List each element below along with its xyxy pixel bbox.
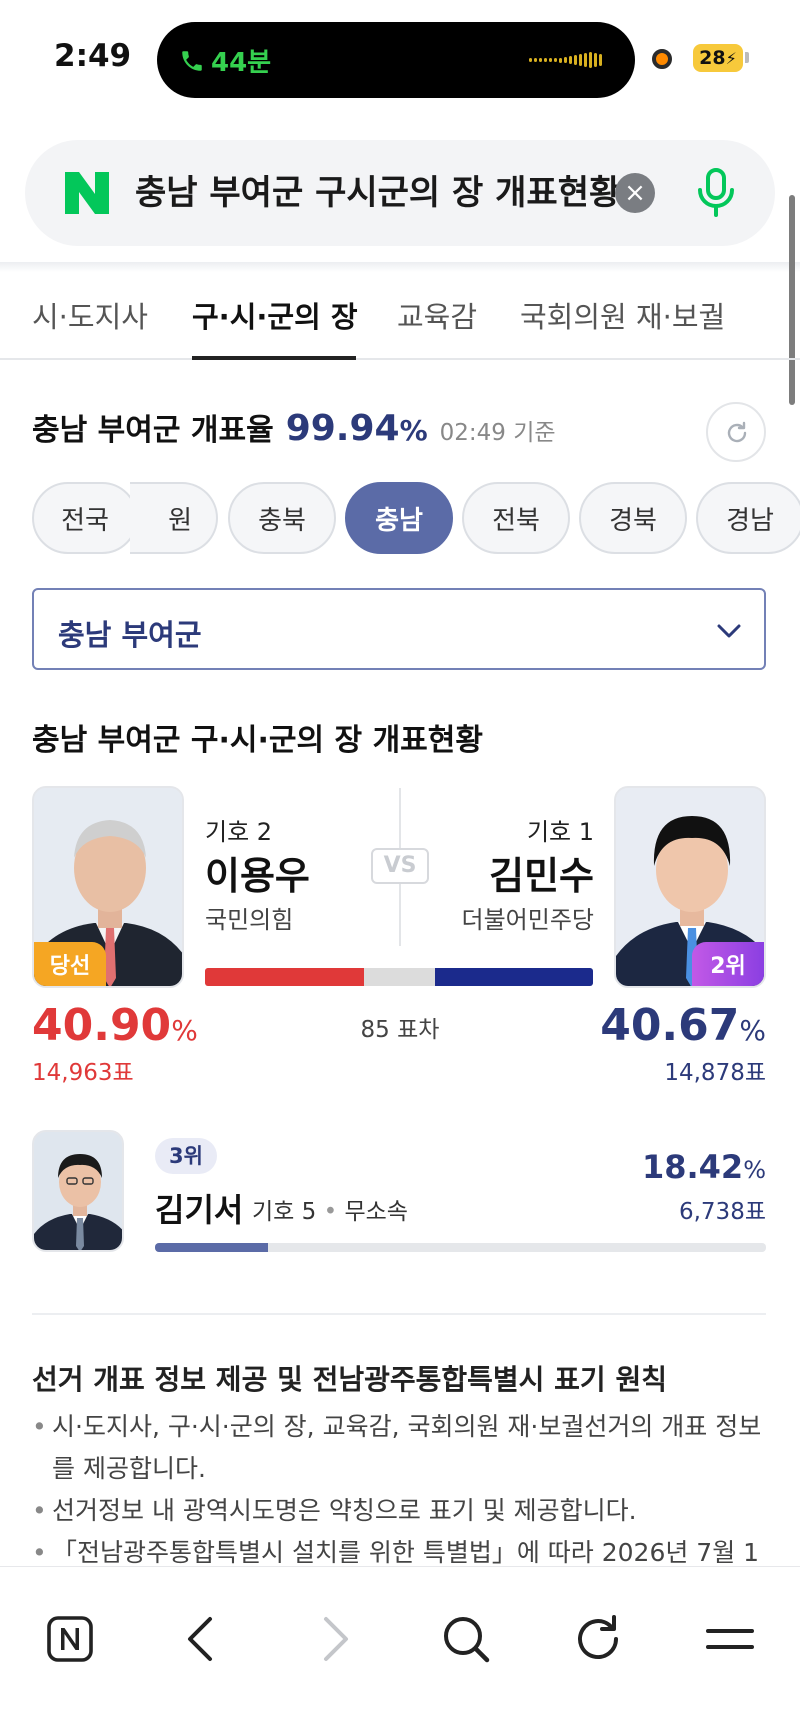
candidate-2-percent-value: 40.67 — [600, 1000, 740, 1051]
candidate-2-photo[interactable]: 2위 — [614, 786, 766, 988]
count-rate-label: 충남 부여군 개표율 — [32, 413, 274, 448]
notice-item: 선거정보 내 광역시도명은 약칭으로 표기 및 제공합니다. — [32, 1490, 772, 1532]
region-chip-jeonbuk[interactable]: 전북 — [462, 482, 570, 554]
candidate-1-number: 기호 2 — [205, 818, 273, 846]
region-chip-nationwide[interactable]: 전국 — [32, 482, 138, 554]
home-n-icon[interactable] — [40, 1609, 100, 1669]
candidate-2-name[interactable]: 김민수 — [489, 845, 594, 900]
candidate-2-percent: 40.67% — [600, 1000, 766, 1051]
separator-dot: • — [323, 1199, 338, 1225]
count-rate: 충남 부여군 개표율 99.94 % 02:49 기준 — [32, 405, 556, 449]
candidate-1-percent: 40.90% — [32, 1000, 198, 1051]
section-title: 충남 부여군 구·시·군의 장 개표현황 — [32, 723, 483, 758]
search-input[interactable]: 충남 부여군 구시군의 장 개표현황 — [135, 168, 622, 218]
back-icon[interactable] — [172, 1609, 232, 1669]
tab-by-election[interactable]: 국회의원 재·보궐 — [520, 294, 725, 336]
winner-badge: 당선 — [34, 942, 106, 986]
region-chips: 전국 원 충북 충남 전북 경북 경남 — [0, 482, 800, 556]
candidate-3-percent-value: 18.42 — [641, 1148, 744, 1186]
status-time: 2:49 — [54, 38, 132, 74]
district-select[interactable]: 충남 부여군 — [32, 588, 766, 670]
chevron-down-icon — [717, 624, 741, 638]
rank-badge: 2위 — [692, 942, 764, 986]
candidate-2-number: 기호 1 — [526, 818, 594, 846]
district-select-value: 충남 부여군 — [58, 618, 202, 652]
candidate-2-party: 더불어민주당 — [461, 906, 594, 934]
candidate-3-share-bar-fill — [155, 1243, 268, 1252]
browser-toolbar — [0, 1566, 800, 1735]
tab-governor[interactable]: 시·도지사 — [32, 294, 148, 336]
candidate-3-rank-badge: 3위 — [155, 1138, 217, 1174]
forward-icon[interactable] — [304, 1609, 364, 1669]
section-divider — [32, 1313, 766, 1315]
recording-indicator-icon — [652, 49, 672, 69]
vote-gap: 85 표차 — [360, 1017, 440, 1043]
battery-level: 28 — [699, 47, 726, 69]
battery-icon: 28 ⚡ — [693, 44, 743, 72]
tab-local-head[interactable]: 구·시·군의 장 — [192, 294, 358, 336]
candidate-3-votes: 6,738표 — [678, 1199, 766, 1225]
header-divider — [0, 262, 800, 272]
call-indicator[interactable]: 44분 — [179, 42, 271, 79]
candidate-1-votes: 14,963표 — [32, 1060, 134, 1086]
candidate-1-photo[interactable]: 당선 — [32, 786, 184, 988]
election-tabs: 시·도지사 구·시·군의 장 교육감 국회의원 재·보궐 — [0, 272, 800, 360]
tab-education[interactable]: 교육감 — [397, 294, 477, 336]
search-bar[interactable]: 충남 부여군 구시군의 장 개표현황 × — [25, 140, 775, 246]
candidate-3-meta: 기호 5 • 무소속 — [252, 1192, 408, 1226]
candidate-3-photo[interactable] — [32, 1130, 124, 1252]
percent-unit: % — [739, 1014, 766, 1047]
candidate-3-number: 기호 5 — [252, 1199, 317, 1225]
refresh-button[interactable] — [706, 402, 766, 462]
region-chip-chungnam[interactable]: 충남 — [345, 482, 453, 554]
percent-unit: % — [743, 1156, 766, 1184]
menu-icon[interactable] — [700, 1609, 760, 1669]
active-tab-indicator — [192, 356, 356, 360]
clear-search-button[interactable]: × — [615, 173, 655, 213]
notice-item: 시·도지사, 구·시·군의 장, 교육감, 국회의원 재·보궐선거의 개표 정보… — [32, 1406, 772, 1490]
candidate-3-percent: 18.42% — [642, 1148, 766, 1186]
count-rate-time: 02:49 기준 — [439, 420, 556, 446]
count-rate-value: 99.94 — [285, 408, 400, 449]
candidate-2-votes: 14,878표 — [664, 1060, 766, 1086]
vote-share-bar-first — [205, 968, 364, 986]
candidate-3-name[interactable]: 김기서 — [155, 1185, 243, 1231]
mic-icon[interactable] — [693, 167, 739, 219]
refresh-icon — [727, 421, 747, 443]
battery-tip — [745, 52, 749, 63]
dynamic-island[interactable]: 44분 — [157, 22, 635, 98]
audio-wave-icon — [529, 51, 609, 69]
candidate-1-percent-value: 40.90 — [32, 1000, 172, 1051]
count-rate-unit: % — [399, 414, 428, 447]
phone-icon — [182, 50, 202, 71]
vote-share-bar — [205, 968, 593, 986]
candidate-3-share-bar — [155, 1243, 766, 1252]
percent-unit: % — [171, 1014, 198, 1047]
call-duration: 44분 — [211, 48, 272, 78]
region-chip-chungbuk[interactable]: 충북 — [228, 482, 336, 554]
naver-logo-icon[interactable] — [65, 172, 109, 214]
status-bar: 2:49 44분 28 ⚡ — [0, 0, 800, 118]
vote-share-bar-second — [435, 968, 593, 986]
search-icon[interactable] — [436, 1609, 496, 1669]
candidate-portrait-image — [34, 1132, 122, 1250]
region-chip-gyeongbuk[interactable]: 경북 — [579, 482, 687, 554]
candidate-1-party: 국민의힘 — [205, 906, 294, 934]
vs-badge: VS — [371, 848, 429, 884]
reload-icon[interactable] — [568, 1609, 628, 1669]
region-chip-partial[interactable]: 원 — [130, 482, 218, 554]
candidate-3-party: 무소속 — [344, 1199, 408, 1225]
notice-title: 선거 개표 정보 제공 및 전남광주통합특별시 표기 원칙 — [32, 1363, 667, 1396]
candidate-1-name[interactable]: 이용우 — [205, 845, 310, 900]
region-chip-gyeongnam[interactable]: 경남 — [696, 482, 800, 554]
